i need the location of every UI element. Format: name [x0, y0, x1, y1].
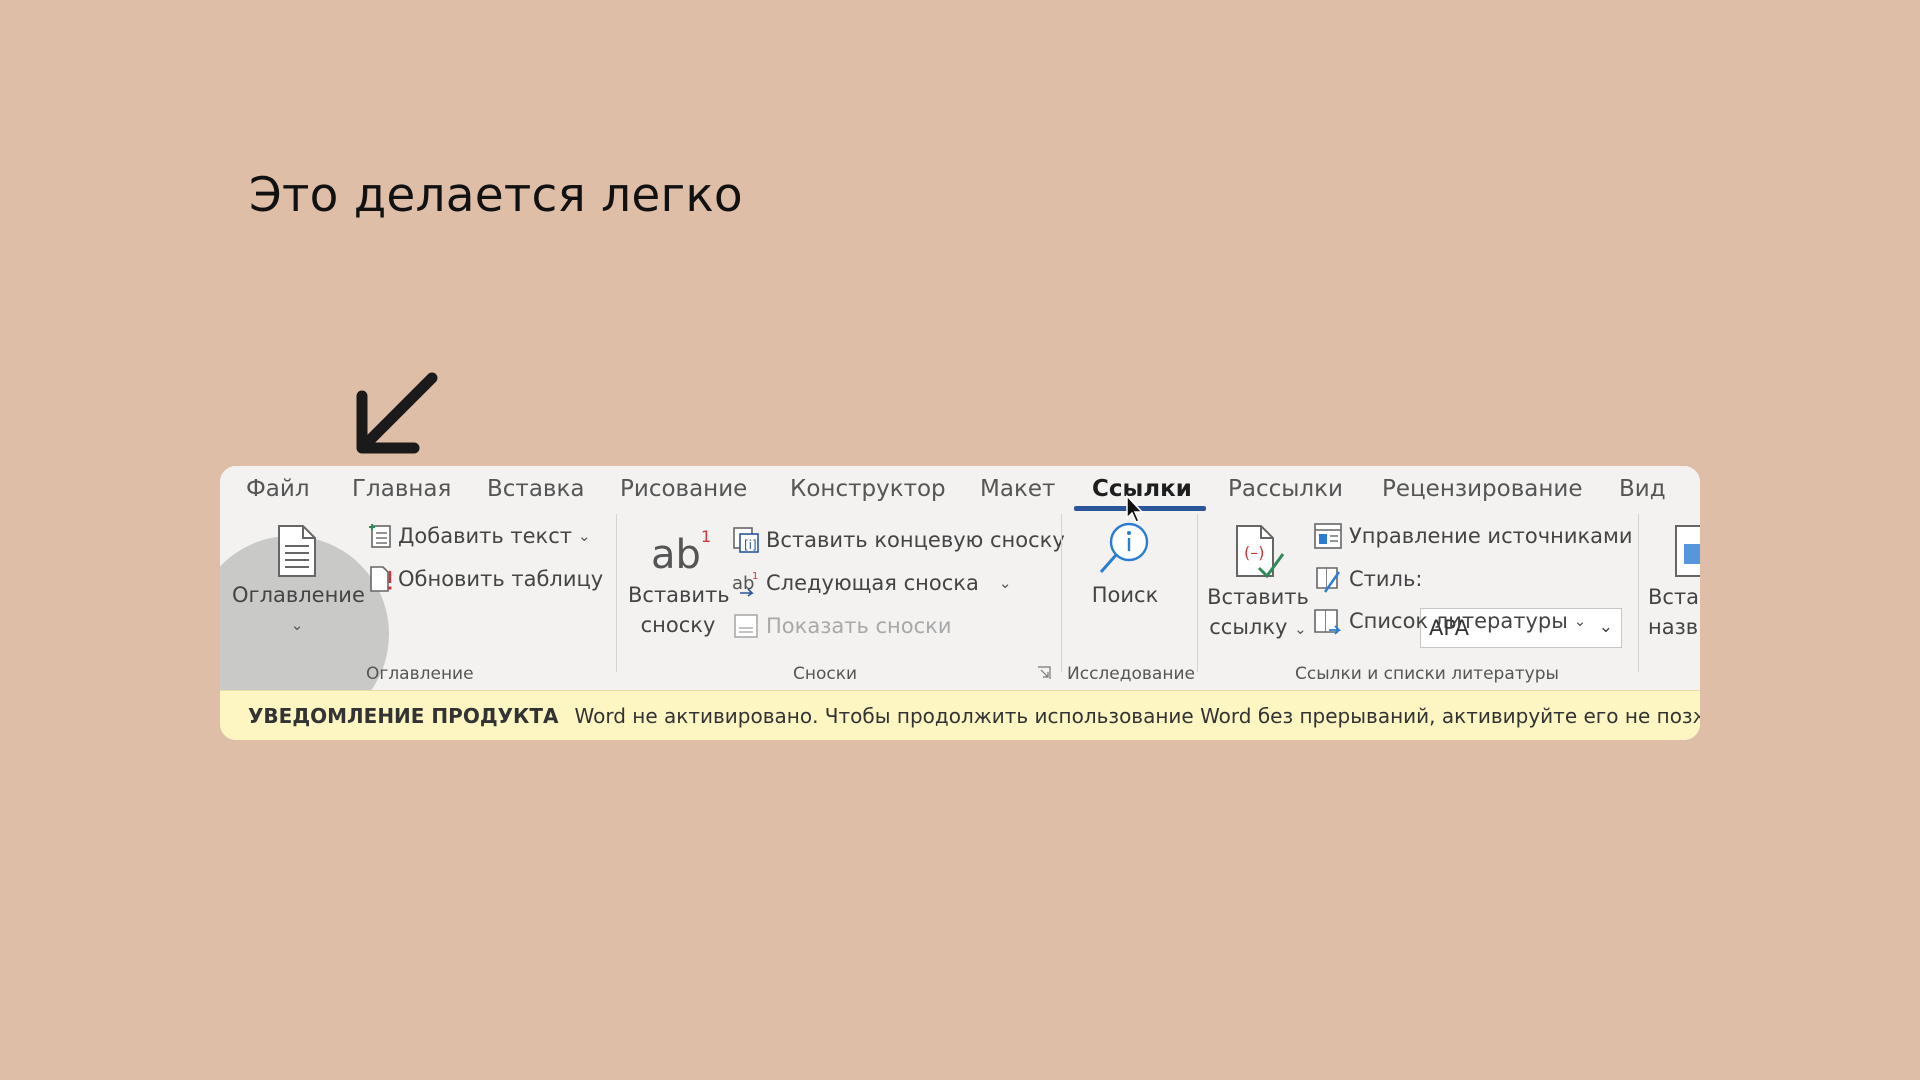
- tab-insert[interactable]: Вставка: [487, 476, 584, 502]
- chevron-down-icon: ⌄: [1573, 612, 1587, 630]
- group-label-toc: Оглавление: [366, 664, 474, 684]
- update-table-icon: [370, 566, 392, 592]
- insert-endnote-label: Вставить концевую сноску: [766, 528, 1065, 552]
- next-footnote-button[interactable]: ab 1 Следующая сноска ⌄: [732, 567, 1011, 599]
- document-icon: [278, 525, 316, 577]
- next-footnote-icon: ab 1: [732, 571, 758, 597]
- dialog-launcher-icon[interactable]: [1037, 666, 1051, 680]
- tab-file[interactable]: Файл: [246, 476, 310, 502]
- add-text-button[interactable]: Добавить текст ⌄: [368, 520, 591, 552]
- style-icon: [1316, 567, 1340, 593]
- tab-layout[interactable]: Макет: [980, 476, 1055, 502]
- group-label-citations: Ссылки и списки литературы: [1295, 664, 1559, 684]
- page-headline: Это делается легко: [249, 168, 743, 223]
- insert-caption-icon: [1675, 525, 1700, 577]
- tab-home[interactable]: Главная: [352, 476, 451, 502]
- notice-title: УВЕДОМЛЕНИЕ ПРОДУКТА: [248, 704, 559, 728]
- tab-design[interactable]: Конструктор: [790, 476, 946, 502]
- show-notes-icon: [734, 614, 758, 638]
- bibliography-label: Список литературы: [1349, 609, 1568, 633]
- show-notes-label: Показать сноски: [766, 614, 952, 638]
- ribbon-content: Оглавление ⌄ Добавить текст ⌄ Обновить т…: [220, 514, 1700, 732]
- insert-citation-label-1: Вставить: [1207, 585, 1309, 609]
- chevron-down-icon: ⌄: [290, 616, 304, 634]
- manage-sources-button[interactable]: Управление источниками: [1313, 520, 1633, 552]
- insert-citation-icon: (–): [1236, 525, 1285, 579]
- insert-caption-label-2: назв: [1648, 615, 1699, 639]
- footnote-ab-icon: ab 1: [651, 527, 711, 578]
- toc-button-label: Оглавление: [232, 583, 365, 607]
- chevron-down-icon: ⌄: [578, 527, 591, 545]
- group-label-footnotes: Сноски: [793, 664, 858, 684]
- manage-sources-label: Управление источниками: [1349, 524, 1633, 548]
- product-notice-bar: УВЕДОМЛЕНИЕ ПРОДУКТА Word не активирован…: [220, 690, 1700, 740]
- update-table-button[interactable]: Обновить таблицу: [368, 563, 603, 595]
- chevron-down-icon: ⌄: [1598, 617, 1613, 637]
- search-icon: [1099, 522, 1149, 573]
- tab-draw[interactable]: Рисование: [620, 476, 747, 502]
- add-text-label: Добавить текст: [398, 524, 572, 548]
- bibliography-button[interactable]: Список литературы ⌄: [1313, 605, 1586, 637]
- show-notes-button[interactable]: Показать сноски: [732, 610, 952, 642]
- toc-button[interactable]: Оглавление ⌄: [232, 524, 365, 640]
- style-label-row: Стиль:: [1313, 563, 1422, 595]
- svg-text:(–): (–): [1244, 543, 1264, 562]
- insert-citation-label-2: ссылку ⌄: [1209, 615, 1307, 639]
- add-text-icon: [369, 524, 391, 548]
- arrow-icon: [356, 372, 438, 454]
- manage-sources-icon: [1314, 523, 1342, 549]
- group-separator: [1197, 514, 1198, 672]
- insert-caption-label-1: Вста: [1648, 585, 1700, 609]
- chevron-down-icon: ⌄: [1294, 620, 1307, 638]
- group-separator: [616, 514, 617, 672]
- search-label: Поиск: [1091, 583, 1159, 607]
- insert-caption-button[interactable]: Вста назв: [1648, 524, 1700, 642]
- insert-footnote-label-1: Вставить: [628, 583, 730, 607]
- style-label: Стиль:: [1349, 567, 1423, 591]
- group-separator: [1638, 514, 1639, 672]
- insert-citation-button[interactable]: (–) Вставить ссылку ⌄: [1203, 524, 1313, 644]
- bibliography-icon: [1314, 609, 1342, 635]
- ribbon-tab-bar: Файл Главная Вставка Рисование Конструкт…: [220, 466, 1700, 523]
- next-footnote-label: Следующая сноска: [766, 571, 979, 595]
- search-button[interactable]: Поиск: [1070, 518, 1180, 610]
- svg-text:[i]: [i]: [744, 538, 757, 552]
- insert-footnote-button[interactable]: ab 1 Вставить сноску: [628, 524, 730, 640]
- update-table-label: Обновить таблицу: [398, 567, 604, 591]
- tab-view[interactable]: Вид: [1619, 476, 1666, 502]
- svg-text:ab: ab: [651, 532, 701, 578]
- insert-footnote-label-2: сноску: [640, 613, 716, 637]
- tab-review[interactable]: Рецензирование: [1382, 476, 1583, 502]
- group-separator: [1061, 514, 1062, 672]
- svg-text:1: 1: [701, 527, 711, 546]
- chevron-down-icon: ⌄: [998, 574, 1012, 592]
- endnote-icon: [i]: [733, 527, 759, 553]
- svg-text:1: 1: [752, 571, 758, 582]
- word-ribbon: Файл Главная Вставка Рисование Конструкт…: [220, 466, 1700, 740]
- insert-endnote-button[interactable]: [i] Вставить концевую сноску: [732, 524, 1065, 556]
- notice-message: Word не активировано. Чтобы продолжить и…: [574, 704, 1700, 728]
- group-label-research: Исследование: [1067, 664, 1195, 684]
- tab-mailings[interactable]: Рассылки: [1228, 476, 1343, 502]
